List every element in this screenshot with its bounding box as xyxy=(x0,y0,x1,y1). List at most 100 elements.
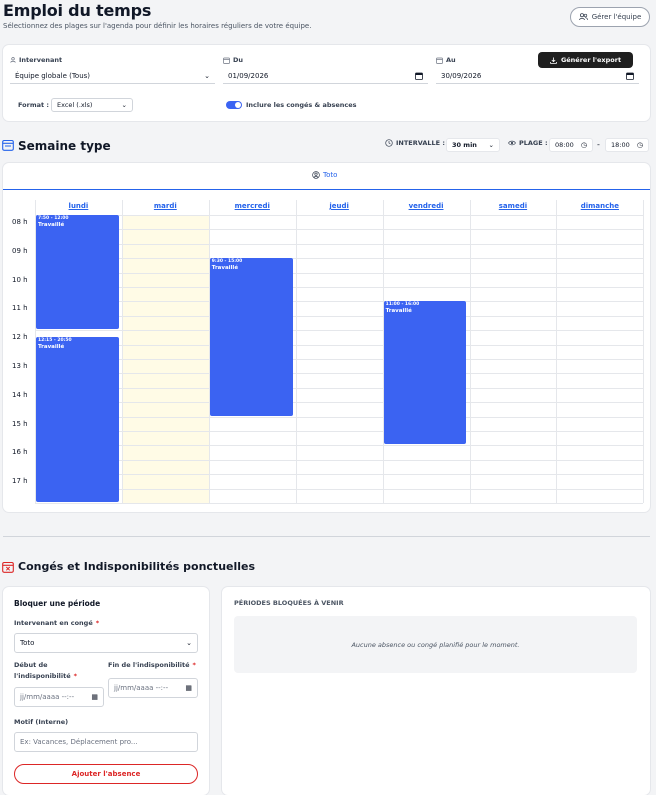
schedule-event[interactable]: 9:30 - 15:00 Travaillé xyxy=(209,258,293,416)
event-label: Travaillé xyxy=(211,265,239,272)
chevron-down-icon: ⌄ xyxy=(488,141,494,149)
grid-column-line xyxy=(643,200,645,503)
day-header-samedi[interactable]: samedi xyxy=(470,202,557,210)
grid-line xyxy=(35,229,644,231)
weekly-calendar-grid[interactable]: lundi mardi mercredi jeudi vendredi samedi dim… xyxy=(3,200,645,504)
grid-line xyxy=(35,474,644,476)
manage-team-button[interactable]: Gérer l'équipe xyxy=(570,7,650,27)
leave-employee-select[interactable]: Toto ⌄ xyxy=(14,633,198,653)
manage-team-label: Gérer l'équipe xyxy=(591,13,642,21)
eye-icon xyxy=(508,140,516,146)
clock-icon: ◷ xyxy=(580,141,587,149)
schedule-title: Semaine type xyxy=(18,139,111,153)
grid-column-line xyxy=(469,200,471,503)
grid-line xyxy=(35,445,644,447)
hour-label: 10 h xyxy=(12,275,28,284)
day-header-vendredi[interactable]: vendredi xyxy=(383,202,470,210)
employee-select[interactable]: Équipe globale (Tous) ⌄ xyxy=(10,69,215,84)
hour-label: 12 h xyxy=(12,333,28,342)
user-circle-icon xyxy=(312,171,320,179)
include-absences-label: Inclure les congés & absences xyxy=(246,101,357,109)
day-header-lundi[interactable]: lundi xyxy=(35,202,122,210)
from-date-input[interactable]: 01/09/2026 xyxy=(223,69,428,84)
day-header-mardi[interactable]: mardi xyxy=(122,202,209,210)
section-divider xyxy=(3,536,650,537)
range-label: PLAGE : xyxy=(519,139,548,147)
day-header-dimanche[interactable]: dimanche xyxy=(556,202,643,210)
grid-line xyxy=(35,287,644,288)
add-absence-button[interactable]: Ajouter l'absence xyxy=(14,764,198,784)
interval-label: INTERVALLE : xyxy=(396,139,445,147)
grid-line xyxy=(35,243,644,245)
leave-section-title: Congés et Indisponibilités ponctuelles xyxy=(18,560,256,573)
download-icon xyxy=(550,57,557,64)
employee-filter-label: Intervenant xyxy=(10,56,62,64)
grid-line xyxy=(35,272,644,274)
to-date-input[interactable]: 30/09/2026 xyxy=(436,69,639,84)
grid-column-line xyxy=(295,200,297,503)
hour-label: 13 h xyxy=(12,362,28,370)
grid-line xyxy=(35,431,644,432)
range-end-input[interactable]: 18:00 ◷ xyxy=(605,138,649,152)
grid-line xyxy=(35,315,644,317)
end-datetime-input[interactable]: jj/mm/aaaa --:-- ▦ xyxy=(108,678,198,698)
day-header-jeudi[interactable]: jeudi xyxy=(296,202,383,210)
schedule-event[interactable]: 7:50 - 12:00 Travaillé xyxy=(36,215,119,330)
range-start-input[interactable]: 08:00 ◷ xyxy=(549,138,593,152)
event-time: 12:15 - 20:50 xyxy=(38,338,72,344)
interval-control: INTERVALLE : xyxy=(385,139,445,147)
chevron-down-icon: ⌄ xyxy=(121,101,127,109)
schedule-event[interactable]: 11:00 - 16:00 Travaillé xyxy=(383,301,467,445)
include-absences-toggle[interactable] xyxy=(226,101,242,109)
reason-input[interactable]: Ex: Vacances, Déplacement pro... xyxy=(14,732,198,752)
empty-state: Aucune absence ou congé planifié pour le… xyxy=(234,616,637,673)
grid-line xyxy=(35,459,644,461)
grid-line xyxy=(35,215,644,216)
leave-employee-label: Intervenant en congé * xyxy=(14,619,100,627)
day-header-mercredi[interactable]: mercredi xyxy=(209,202,296,210)
start-date-label-line1: Début de xyxy=(14,661,48,669)
upcoming-blocked-periods: PÉRIODES BLOQUÉES À VENIR Aucune absence… xyxy=(222,587,650,795)
page-subtitle: Sélectionnez des plages sur l'agenda pou… xyxy=(3,22,312,30)
range-dash: - xyxy=(597,140,600,149)
grid-line xyxy=(35,373,644,375)
form-title: Bloquer une période xyxy=(14,599,101,608)
from-date-label: Du xyxy=(223,56,243,64)
calendar-icon xyxy=(223,57,230,64)
user-icon xyxy=(10,57,16,63)
calendar-icon: ▦ xyxy=(185,684,192,692)
grid-line xyxy=(35,387,644,389)
grid-column-line xyxy=(556,200,558,503)
start-datetime-input[interactable]: jj/mm/aaaa --:-- ▦ xyxy=(14,687,104,707)
chevron-down-icon: ⌄ xyxy=(186,639,192,647)
interval-select[interactable]: 30 min ⌄ xyxy=(446,138,500,152)
format-select[interactable]: Excel (.xls) ⌄ xyxy=(51,98,133,112)
calendar-icon xyxy=(626,72,634,80)
tab-employee-toto[interactable]: Toto xyxy=(312,171,337,179)
upcoming-title: PÉRIODES BLOQUÉES À VENIR xyxy=(234,599,344,607)
hour-label: 14 h xyxy=(12,390,28,399)
start-date-label-line2: l'indisponibilité * xyxy=(14,672,78,680)
grid-line xyxy=(35,416,644,418)
hour-label: 09 h xyxy=(12,246,28,255)
generate-export-button[interactable]: Générer l'export xyxy=(538,52,633,68)
clock-icon xyxy=(385,139,393,147)
include-absences-toggle-row: Inclure les congés & absences xyxy=(226,101,357,109)
empty-message: Aucune absence ou congé planifié pour le… xyxy=(351,640,520,649)
calendar-week-icon xyxy=(2,139,14,151)
reason-label: Motif (Interne) xyxy=(14,718,69,726)
format-label: Format : xyxy=(18,101,49,109)
hour-label: 16 h xyxy=(12,448,28,457)
grid-column-line xyxy=(121,200,123,503)
chevron-down-icon: ⌄ xyxy=(204,72,210,80)
schedule-panel: Toto lundi mardi mercredi jeudi vendredi same… xyxy=(3,163,650,512)
grid-line xyxy=(35,301,644,303)
schedule-event[interactable]: 12:15 - 20:50 Travaillé xyxy=(36,337,119,502)
event-label: Travaillé xyxy=(38,344,65,351)
end-date-label: Fin de l'indisponibilité * xyxy=(108,661,196,669)
calendar-icon xyxy=(436,57,443,64)
grid-line xyxy=(35,488,644,490)
event-time: 11:00 - 16:00 xyxy=(385,302,420,308)
grid-line xyxy=(35,359,644,360)
hour-label: 11 h xyxy=(12,304,28,313)
